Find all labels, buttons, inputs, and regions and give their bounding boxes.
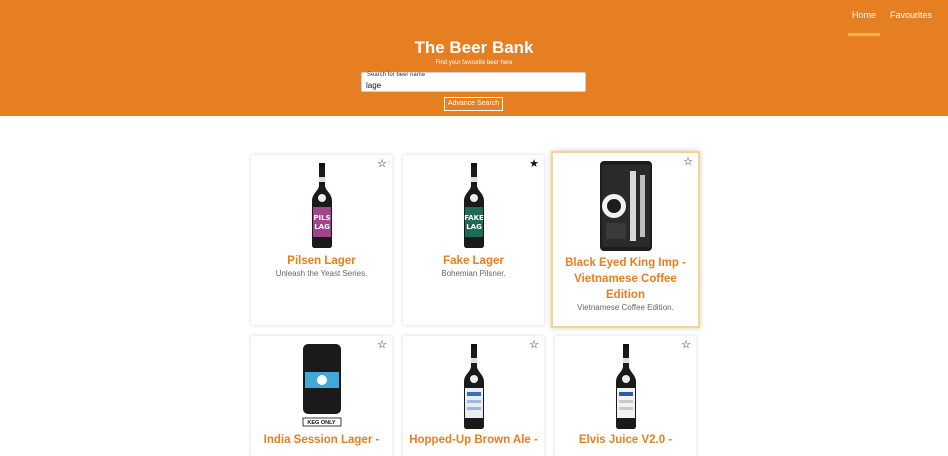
beer-card[interactable]: ★ FAKE LAG Fake Lager Bohemian Pilsner.	[403, 155, 544, 325]
favourite-star-icon[interactable]: ☆	[529, 340, 539, 351]
favourite-star-icon[interactable]: ☆	[681, 340, 691, 351]
beer-card[interactable]: ☆ Hopped-Up Brown Ale -	[403, 336, 544, 456]
beer-tagline: Bohemian Pilsner.	[441, 269, 506, 278]
beer-card[interactable]: ☆ Elvis Juice V2.0 -	[555, 336, 696, 456]
nav-home-link[interactable]: Home	[847, 10, 880, 36]
page-title: The Beer Bank	[414, 38, 534, 57]
beer-card[interactable]: ☆ KEG ONLY India Session Lager -	[251, 336, 392, 456]
favourite-star-icon[interactable]: ★	[529, 159, 539, 170]
search-field-label: Search for beer name	[367, 72, 426, 78]
header: Home Favourites The Beer Bank Find your …	[0, 0, 948, 116]
advance-search-button[interactable]: Advance Search	[444, 97, 503, 111]
favourite-star-icon[interactable]: ☆	[377, 159, 387, 170]
beer-tagline: Unleash the Yeast Series.	[275, 269, 368, 278]
beer-bottle-image: PILS LAG	[311, 163, 332, 248]
favourite-star-icon[interactable]: ☆	[377, 340, 387, 351]
beer-bottle-image	[615, 344, 636, 429]
svg-text:PILS: PILS	[313, 214, 330, 222]
beer-can-image	[599, 161, 652, 251]
page-subtitle: Find your favourite beer here	[435, 60, 513, 66]
beer-name: Pilsen Lager	[287, 255, 356, 267]
beer-keg-image	[302, 344, 341, 427]
svg-text:LAG: LAG	[314, 223, 330, 231]
top-nav: Home Favourites	[847, 10, 932, 36]
favourite-star-icon[interactable]: ☆	[683, 157, 693, 168]
beer-tagline: Vietnamese Coffee Edition.	[577, 303, 674, 312]
nav-favourites-link[interactable]: Favourites	[890, 10, 932, 36]
beer-name: Hopped-Up Brown Ale -	[409, 434, 538, 446]
search-field: Search for beer name	[361, 72, 586, 92]
svg-text:LAG: LAG	[466, 223, 482, 231]
svg-text:FAKE: FAKE	[464, 214, 484, 222]
beer-name: Black Eyed King Imp - Vietnamese Coffee …	[565, 257, 686, 301]
beer-bottle-image: FAKE LAG	[463, 163, 484, 248]
keg-only-label: KEG ONLY	[307, 420, 336, 426]
beer-bottle-image	[463, 344, 484, 429]
search-input[interactable]	[366, 79, 576, 91]
beer-name: Elvis Juice V2.0 -	[578, 434, 673, 446]
beer-name: India Session Lager -	[263, 434, 380, 446]
beer-card[interactable]: ☆ PILS LAG Pilsen Lager Unleash the Yeas…	[251, 155, 392, 325]
beer-card[interactable]: ☆ Black Eyed King Imp - Vietnamese Coffe…	[551, 151, 700, 328]
beer-name: Fake Lager	[443, 255, 504, 267]
